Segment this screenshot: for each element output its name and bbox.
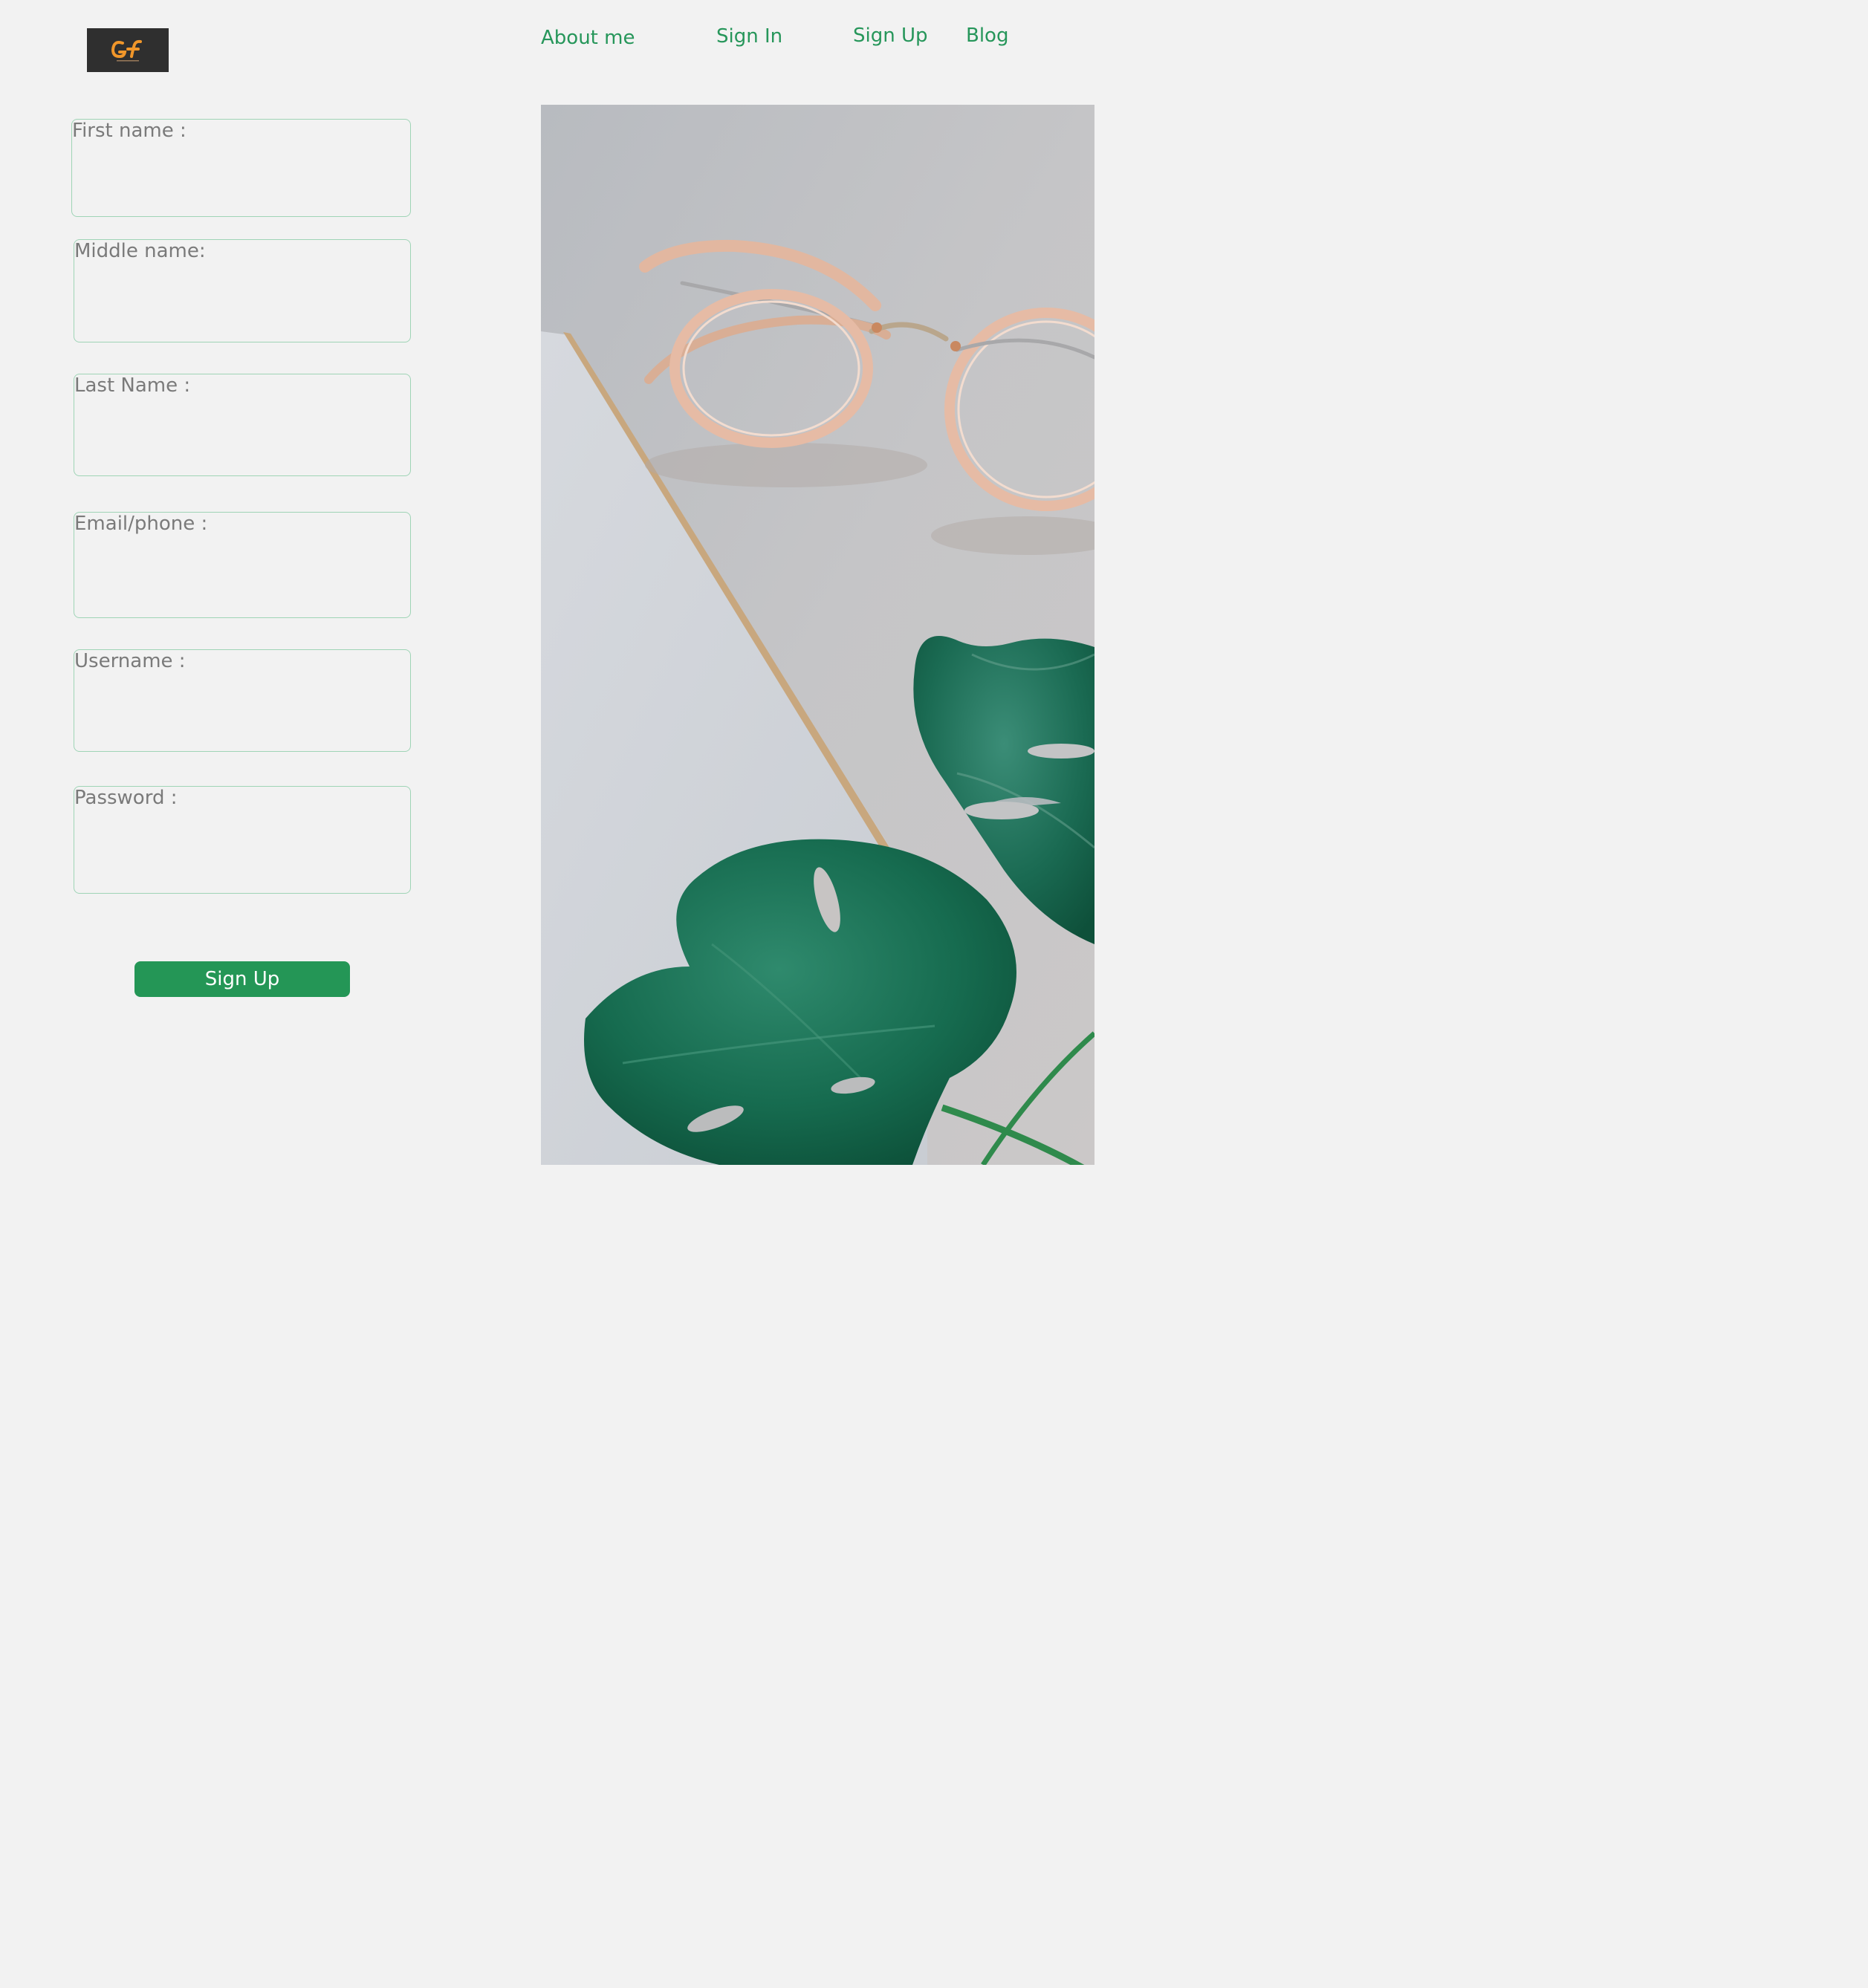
password-input[interactable] (74, 816, 410, 893)
nav-sign-up-link[interactable]: Sign Up (853, 26, 928, 45)
first-name-input[interactable] (72, 149, 410, 216)
nav-sign-in-link[interactable]: Sign In (716, 27, 782, 46)
last-name-input[interactable] (74, 404, 410, 475)
email-phone-field[interactable]: Email/phone : (74, 512, 411, 618)
nav-blog-link[interactable]: Blog (966, 26, 1008, 45)
nav-about-me-link[interactable]: About me (541, 28, 635, 48)
logo-mark-icon (111, 39, 142, 62)
hero-photo (541, 105, 1094, 1165)
middle-name-input[interactable] (74, 270, 410, 342)
password-label: Password : (74, 787, 178, 809)
first-name-field[interactable]: First name : (71, 119, 411, 217)
brand-logo[interactable] (87, 28, 169, 72)
username-label: Username : (74, 650, 186, 672)
glasses-and-leaves-icon (541, 105, 1094, 1165)
signup-page: About me Sign In Sign Up Blog First name… (0, 0, 1094, 1165)
first-name-label: First name : (72, 120, 187, 142)
middle-name-field[interactable]: Middle name: (74, 239, 411, 342)
middle-name-label: Middle name: (74, 240, 206, 262)
username-input[interactable] (74, 680, 410, 751)
email-phone-label: Email/phone : (74, 513, 208, 535)
last-name-label: Last Name : (74, 374, 191, 397)
email-phone-input[interactable] (74, 542, 410, 617)
last-name-field[interactable]: Last Name : (74, 374, 411, 476)
username-field[interactable]: Username : (74, 649, 411, 752)
password-field[interactable]: Password : (74, 786, 411, 894)
sign-up-button[interactable]: Sign Up (134, 961, 350, 997)
